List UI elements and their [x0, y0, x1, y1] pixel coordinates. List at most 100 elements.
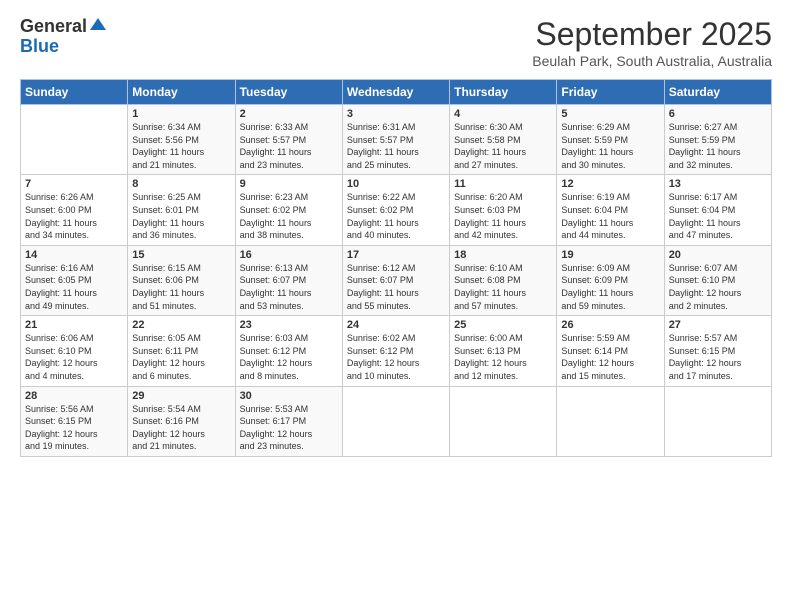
- week-row-5: 28Sunrise: 5:56 AMSunset: 6:15 PMDayligh…: [21, 386, 772, 456]
- day-info: Sunrise: 6:15 AMSunset: 6:06 PMDaylight:…: [132, 262, 230, 312]
- day-number: 24: [347, 319, 445, 331]
- day-cell: 29Sunrise: 5:54 AMSunset: 6:16 PMDayligh…: [128, 386, 235, 456]
- month-title: September 2025: [532, 16, 772, 53]
- week-row-1: 1Sunrise: 6:34 AMSunset: 5:56 PMDaylight…: [21, 105, 772, 175]
- day-info: Sunrise: 6:31 AMSunset: 5:57 PMDaylight:…: [347, 121, 445, 171]
- day-number: 27: [669, 319, 767, 331]
- day-number: 10: [347, 178, 445, 190]
- day-number: 13: [669, 178, 767, 190]
- day-number: 28: [25, 390, 123, 402]
- day-cell: 24Sunrise: 6:02 AMSunset: 6:12 PMDayligh…: [342, 316, 449, 386]
- day-info: Sunrise: 6:16 AMSunset: 6:05 PMDaylight:…: [25, 262, 123, 312]
- day-cell: 20Sunrise: 6:07 AMSunset: 6:10 PMDayligh…: [664, 245, 771, 315]
- day-cell: 4Sunrise: 6:30 AMSunset: 5:58 PMDaylight…: [450, 105, 557, 175]
- day-number: 23: [240, 319, 338, 331]
- day-cell: 18Sunrise: 6:10 AMSunset: 6:08 PMDayligh…: [450, 245, 557, 315]
- col-header-thursday: Thursday: [450, 80, 557, 105]
- day-number: 12: [561, 178, 659, 190]
- day-cell: [21, 105, 128, 175]
- day-number: 14: [25, 249, 123, 261]
- day-info: Sunrise: 6:22 AMSunset: 6:02 PMDaylight:…: [347, 191, 445, 241]
- day-cell: [450, 386, 557, 456]
- day-number: 25: [454, 319, 552, 331]
- day-number: 30: [240, 390, 338, 402]
- day-number: 11: [454, 178, 552, 190]
- day-cell: 5Sunrise: 6:29 AMSunset: 5:59 PMDaylight…: [557, 105, 664, 175]
- day-number: 9: [240, 178, 338, 190]
- location-title: Beulah Park, South Australia, Australia: [532, 53, 772, 69]
- calendar-table: SundayMondayTuesdayWednesdayThursdayFrid…: [20, 79, 772, 457]
- day-info: Sunrise: 6:13 AMSunset: 6:07 PMDaylight:…: [240, 262, 338, 312]
- day-info: Sunrise: 6:19 AMSunset: 6:04 PMDaylight:…: [561, 191, 659, 241]
- col-header-wednesday: Wednesday: [342, 80, 449, 105]
- day-info: Sunrise: 6:27 AMSunset: 5:59 PMDaylight:…: [669, 121, 767, 171]
- day-info: Sunrise: 5:56 AMSunset: 6:15 PMDaylight:…: [25, 403, 123, 453]
- day-cell: 2Sunrise: 6:33 AMSunset: 5:57 PMDaylight…: [235, 105, 342, 175]
- day-number: 6: [669, 108, 767, 120]
- day-cell: 14Sunrise: 6:16 AMSunset: 6:05 PMDayligh…: [21, 245, 128, 315]
- day-info: Sunrise: 6:06 AMSunset: 6:10 PMDaylight:…: [25, 332, 123, 382]
- col-header-saturday: Saturday: [664, 80, 771, 105]
- title-block: September 2025 Beulah Park, South Austra…: [532, 16, 772, 69]
- day-cell: 6Sunrise: 6:27 AMSunset: 5:59 PMDaylight…: [664, 105, 771, 175]
- col-header-sunday: Sunday: [21, 80, 128, 105]
- day-info: Sunrise: 6:30 AMSunset: 5:58 PMDaylight:…: [454, 121, 552, 171]
- day-info: Sunrise: 6:23 AMSunset: 6:02 PMDaylight:…: [240, 191, 338, 241]
- col-header-tuesday: Tuesday: [235, 80, 342, 105]
- day-info: Sunrise: 6:29 AMSunset: 5:59 PMDaylight:…: [561, 121, 659, 171]
- logo: General Blue: [20, 16, 106, 57]
- day-cell: 17Sunrise: 6:12 AMSunset: 6:07 PMDayligh…: [342, 245, 449, 315]
- logo-blue-text: Blue: [20, 37, 59, 57]
- day-info: Sunrise: 6:12 AMSunset: 6:07 PMDaylight:…: [347, 262, 445, 312]
- logo-general-text: General: [20, 17, 87, 37]
- day-number: 21: [25, 319, 123, 331]
- day-number: 2: [240, 108, 338, 120]
- day-info: Sunrise: 6:05 AMSunset: 6:11 PMDaylight:…: [132, 332, 230, 382]
- day-number: 18: [454, 249, 552, 261]
- day-info: Sunrise: 6:00 AMSunset: 6:13 PMDaylight:…: [454, 332, 552, 382]
- day-info: Sunrise: 6:02 AMSunset: 6:12 PMDaylight:…: [347, 332, 445, 382]
- day-info: Sunrise: 6:03 AMSunset: 6:12 PMDaylight:…: [240, 332, 338, 382]
- day-cell: 22Sunrise: 6:05 AMSunset: 6:11 PMDayligh…: [128, 316, 235, 386]
- day-cell: 11Sunrise: 6:20 AMSunset: 6:03 PMDayligh…: [450, 175, 557, 245]
- day-info: Sunrise: 5:54 AMSunset: 6:16 PMDaylight:…: [132, 403, 230, 453]
- day-cell: 26Sunrise: 5:59 AMSunset: 6:14 PMDayligh…: [557, 316, 664, 386]
- day-cell: 16Sunrise: 6:13 AMSunset: 6:07 PMDayligh…: [235, 245, 342, 315]
- day-cell: [557, 386, 664, 456]
- day-cell: [342, 386, 449, 456]
- day-cell: 21Sunrise: 6:06 AMSunset: 6:10 PMDayligh…: [21, 316, 128, 386]
- day-cell: 27Sunrise: 5:57 AMSunset: 6:15 PMDayligh…: [664, 316, 771, 386]
- day-cell: 19Sunrise: 6:09 AMSunset: 6:09 PMDayligh…: [557, 245, 664, 315]
- day-info: Sunrise: 6:26 AMSunset: 6:00 PMDaylight:…: [25, 191, 123, 241]
- day-number: 22: [132, 319, 230, 331]
- day-cell: 1Sunrise: 6:34 AMSunset: 5:56 PMDaylight…: [128, 105, 235, 175]
- day-cell: 13Sunrise: 6:17 AMSunset: 6:04 PMDayligh…: [664, 175, 771, 245]
- day-cell: 28Sunrise: 5:56 AMSunset: 6:15 PMDayligh…: [21, 386, 128, 456]
- calendar-header-row: SundayMondayTuesdayWednesdayThursdayFrid…: [21, 80, 772, 105]
- day-number: 8: [132, 178, 230, 190]
- page-header: General Blue September 2025 Beulah Park,…: [20, 16, 772, 69]
- col-header-monday: Monday: [128, 80, 235, 105]
- day-number: 17: [347, 249, 445, 261]
- day-number: 15: [132, 249, 230, 261]
- day-info: Sunrise: 6:07 AMSunset: 6:10 PMDaylight:…: [669, 262, 767, 312]
- day-number: 1: [132, 108, 230, 120]
- day-cell: [664, 386, 771, 456]
- day-info: Sunrise: 5:53 AMSunset: 6:17 PMDaylight:…: [240, 403, 338, 453]
- day-number: 16: [240, 249, 338, 261]
- day-cell: 10Sunrise: 6:22 AMSunset: 6:02 PMDayligh…: [342, 175, 449, 245]
- day-info: Sunrise: 6:25 AMSunset: 6:01 PMDaylight:…: [132, 191, 230, 241]
- day-info: Sunrise: 6:20 AMSunset: 6:03 PMDaylight:…: [454, 191, 552, 241]
- day-info: Sunrise: 6:33 AMSunset: 5:57 PMDaylight:…: [240, 121, 338, 171]
- day-number: 3: [347, 108, 445, 120]
- day-cell: 9Sunrise: 6:23 AMSunset: 6:02 PMDaylight…: [235, 175, 342, 245]
- logo-triangle-icon: [90, 16, 106, 37]
- week-row-2: 7Sunrise: 6:26 AMSunset: 6:00 PMDaylight…: [21, 175, 772, 245]
- day-cell: 30Sunrise: 5:53 AMSunset: 6:17 PMDayligh…: [235, 386, 342, 456]
- week-row-3: 14Sunrise: 6:16 AMSunset: 6:05 PMDayligh…: [21, 245, 772, 315]
- day-info: Sunrise: 6:09 AMSunset: 6:09 PMDaylight:…: [561, 262, 659, 312]
- day-cell: 7Sunrise: 6:26 AMSunset: 6:00 PMDaylight…: [21, 175, 128, 245]
- day-info: Sunrise: 6:17 AMSunset: 6:04 PMDaylight:…: [669, 191, 767, 241]
- day-cell: 15Sunrise: 6:15 AMSunset: 6:06 PMDayligh…: [128, 245, 235, 315]
- day-info: Sunrise: 6:10 AMSunset: 6:08 PMDaylight:…: [454, 262, 552, 312]
